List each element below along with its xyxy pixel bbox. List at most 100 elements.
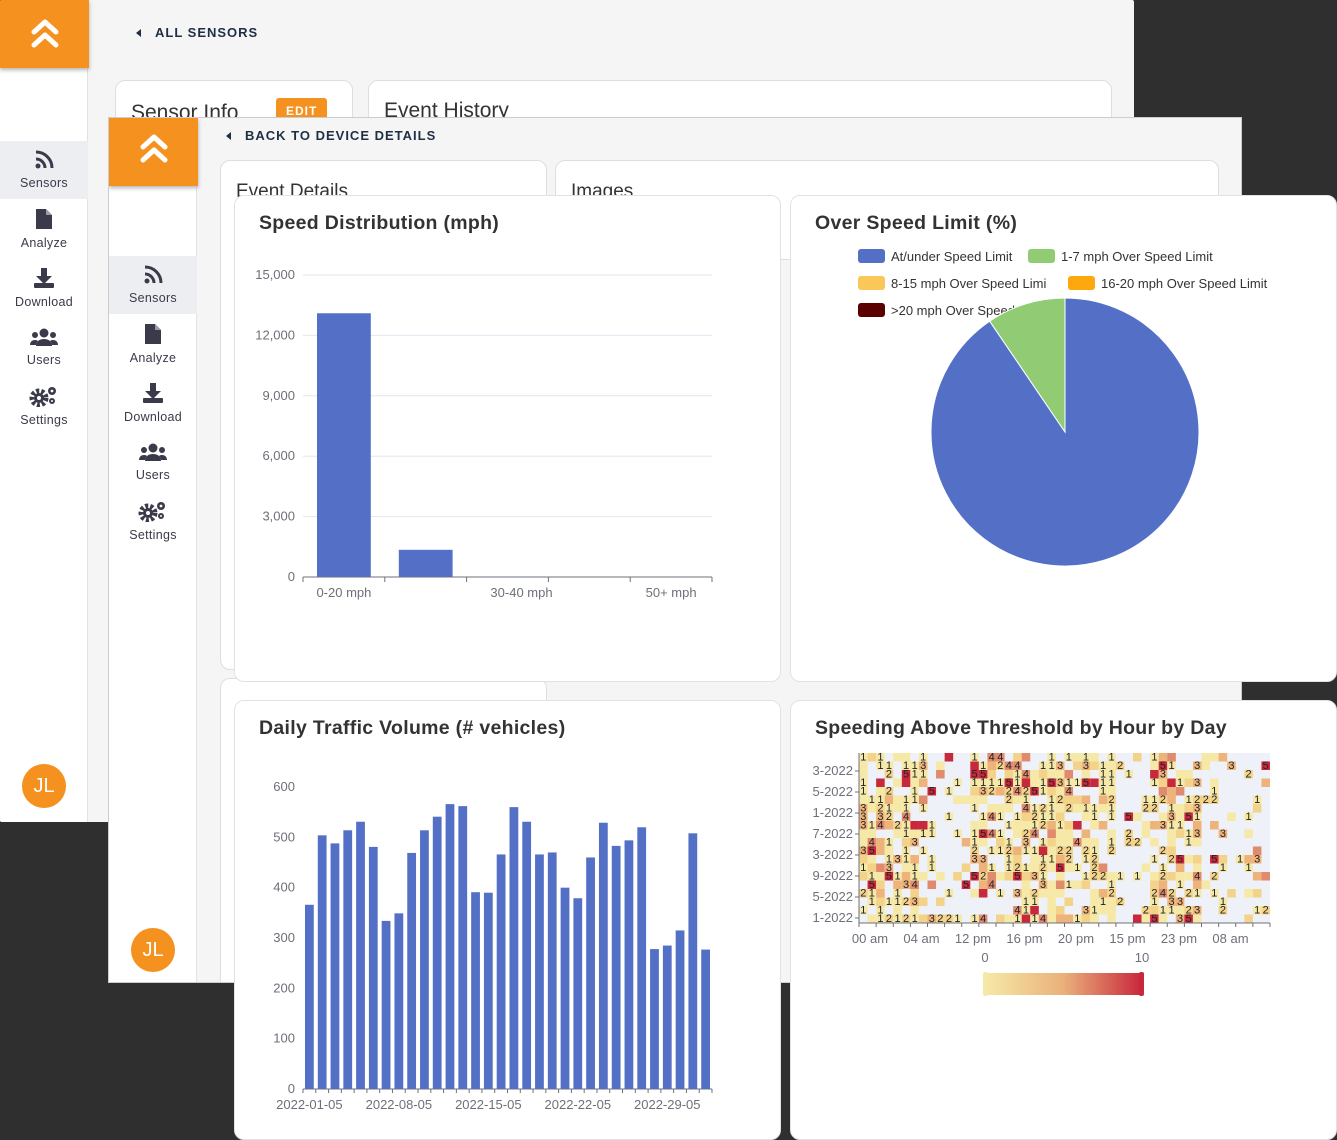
avatar[interactable]: JL: [22, 764, 66, 808]
x-tick-label: 23 pm: [1161, 931, 1197, 946]
x-tick-label: 2022-29-05: [634, 1097, 701, 1112]
visual-map-min-label: 0: [981, 950, 988, 965]
heatmap-cell: [1030, 770, 1039, 779]
heatmap-cell: [961, 795, 971, 804]
legend-swatch: [1068, 276, 1095, 290]
bar: [317, 313, 371, 577]
heatmap-cell: [1158, 778, 1168, 787]
heatmap-cell: [1090, 778, 1099, 787]
heatmap-cell: [1141, 863, 1151, 872]
sidebar-item-label: Sensors: [20, 176, 68, 190]
heatmap-cell: [1004, 872, 1014, 881]
sidebar-item-label: Users: [135, 468, 171, 482]
bar: [637, 827, 647, 1089]
heatmap-cell: [944, 753, 954, 762]
sidebar-item-download[interactable]: Download: [109, 374, 197, 432]
heatmap-cell: [1141, 829, 1151, 838]
x-tick-label: 08 am: [1212, 931, 1248, 946]
users-icon: [30, 327, 58, 353]
bar: [560, 887, 570, 1089]
sidebar: Sensors Analyze Download Users Settings JL: [0, 0, 89, 822]
x-tick-label: 0-20 mph: [316, 585, 371, 600]
back-to-device-details-link[interactable]: BACK TO DEVICE DETAILS: [226, 128, 436, 143]
bar: [624, 840, 634, 1089]
heatmap-cell-label: 1: [1186, 837, 1192, 849]
heatmap-cell: [1175, 863, 1185, 872]
y-tick-label: 7-2022: [813, 826, 853, 841]
heatmap-cell: [1098, 795, 1108, 804]
heatmap-cell: [1150, 821, 1159, 830]
heatmap-cell-label: 4: [989, 879, 995, 891]
heatmap-cell: [1073, 795, 1082, 804]
heatmap-cell: [1073, 753, 1082, 762]
heatmap-cell: [1107, 906, 1116, 915]
heatmap-cell: [961, 838, 971, 847]
heatmap-cell: [1004, 804, 1014, 813]
heatmap-cell: [1252, 889, 1262, 898]
heatmap-cell: [936, 770, 945, 779]
heatmap-cell: [1175, 804, 1185, 813]
heatmap-cell: [1064, 821, 1074, 830]
avatar[interactable]: JL: [131, 928, 175, 972]
heatmap-cell: [1047, 838, 1056, 847]
heatmap-cell: [1227, 889, 1236, 898]
sidebar-item-label: Settings: [20, 413, 68, 427]
heatmap-cell: [1073, 804, 1082, 813]
y-tick-label: 200: [273, 980, 295, 995]
sidebar-item-settings[interactable]: Settings: [109, 492, 197, 550]
heatmap-cell: [1064, 914, 1074, 923]
heatmap-cell: [1167, 838, 1176, 847]
heatmap-cell-label: 3: [1031, 871, 1037, 883]
heatmap-cell-label: 1: [1109, 811, 1115, 823]
sidebar-item-users[interactable]: Users: [0, 318, 88, 376]
logo[interactable]: [0, 0, 89, 68]
heatmap-cell: [1133, 753, 1142, 762]
heatmap-cell-label: 1: [972, 803, 978, 815]
heatmap-cell-label: 1: [1220, 862, 1226, 874]
heatmap-cell-label: 2: [886, 769, 892, 781]
heatmap-cell: [1055, 880, 1065, 889]
sidebar-item-download[interactable]: Download: [0, 259, 88, 317]
heatmap-cell: [918, 778, 928, 787]
sidebar-item-sensors[interactable]: Sensors: [109, 256, 197, 314]
heatmap-cell: [1064, 829, 1074, 838]
x-tick-label: 12 pm: [955, 931, 991, 946]
download-icon: [33, 267, 55, 295]
heatmap-cell-label: 1: [1126, 769, 1132, 781]
bar: [305, 904, 314, 1089]
all-sensors-link[interactable]: ALL SENSORS: [136, 25, 258, 40]
bar: [688, 833, 698, 1089]
y-tick-label: 600: [273, 779, 295, 794]
heatmap-cell-label: 1: [929, 862, 935, 874]
sidebar-item-users[interactable]: Users: [109, 433, 197, 491]
y-tick-label: 12,000: [255, 327, 295, 342]
heatmap-cell: [1210, 821, 1219, 830]
heatmap-cell-label: 3: [903, 879, 909, 891]
heatmap-cell: [1047, 889, 1056, 898]
heatmap-cell: [893, 778, 902, 787]
heatmap-cell: [1158, 914, 1168, 923]
y-tick-label: 6,000: [262, 448, 295, 463]
speed-distribution-chart: 0 3,000 6,000 9,000 12,000 15,000 0-20 mph 30-4…: [255, 267, 713, 600]
sidebar-item-analyze[interactable]: Analyze: [109, 315, 197, 373]
heatmap-cell-label: 4: [989, 828, 995, 840]
y-tick-label: 5-2022: [813, 889, 853, 904]
bar: [445, 804, 455, 1089]
heatmap-cell: [1175, 787, 1185, 796]
sidebar-item-sensors[interactable]: Sensors: [0, 141, 88, 199]
heatmap-cell-label: 3: [1194, 760, 1200, 772]
logo[interactable]: [109, 118, 198, 186]
sidebar-item-analyze[interactable]: Analyze: [0, 200, 88, 258]
heatmap-cell: [1192, 855, 1202, 864]
heatmap-cell-label: 2: [989, 786, 995, 798]
y-tick-label: 15,000: [255, 267, 295, 282]
heatmap-cell-label: 1: [1066, 752, 1072, 764]
heatmap-cell: [1150, 838, 1159, 847]
heatmap-cell-label: 3: [1254, 854, 1260, 866]
legend-label: 16-20 mph Over Speed Limit: [1101, 276, 1268, 291]
x-tick-label: 00 am: [852, 931, 888, 946]
sidebar-item-settings[interactable]: Settings: [0, 377, 88, 435]
heatmap-cell: [1201, 761, 1211, 770]
heatmap-cell-label: 4: [1074, 837, 1080, 849]
heatmap-cell: [970, 889, 979, 898]
